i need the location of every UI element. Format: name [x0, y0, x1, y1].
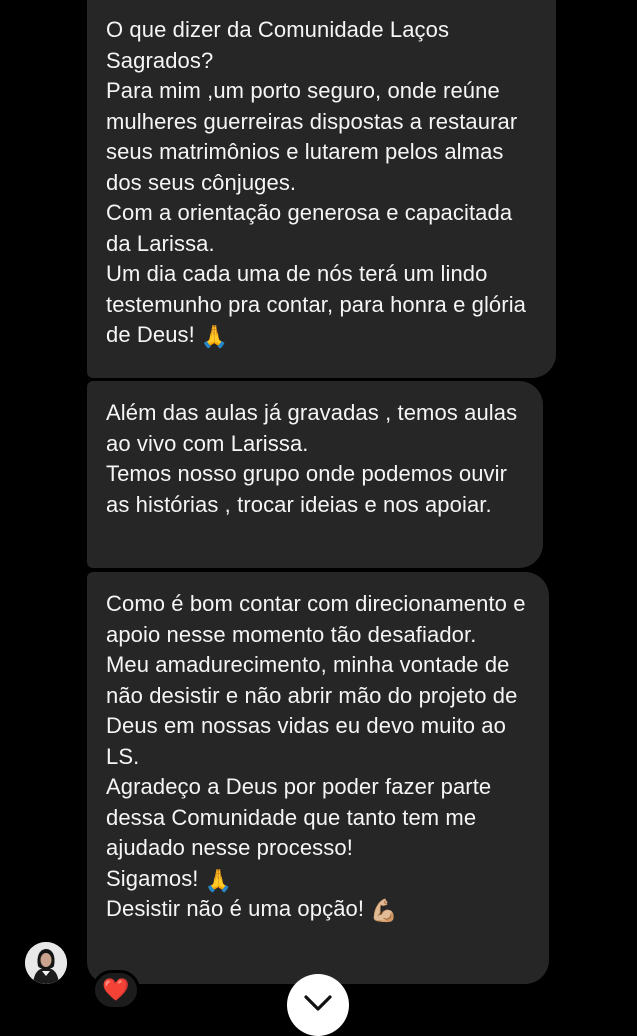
message-2-paragraph-1: Além das aulas já gravadas , temos aulas… — [106, 400, 518, 456]
message-1-paragraph-4: Um dia cada uma de nós terá um lindo tes… — [106, 259, 538, 351]
message-3-paragraph-4: Sigamos! 🙏 — [106, 864, 531, 895]
avatar-image — [25, 942, 67, 984]
praying-hands-emoji: 🙏 — [204, 867, 233, 893]
message-1-paragraph-1: O que dizer da Comunidade Laços Sagrados… — [106, 17, 450, 73]
message-3-paragraph-3: Agradeço a Deus por poder fazer parte de… — [106, 774, 492, 860]
message-1-paragraph-2: Para mim ,um porto seguro, onde reúne mu… — [106, 78, 518, 195]
message-bubble-3[interactable]: Como é bom contar com direcionamento e a… — [87, 572, 549, 984]
message-1-paragraph-4-text: Um dia cada uma de nós terá um lindo tes… — [106, 261, 527, 347]
message-3-sigamos-text: Sigamos! — [106, 865, 199, 891]
message-3-paragraph-1: Como é bom contar com direcionamento e a… — [106, 591, 526, 647]
message-2-paragraph-2: Temos nosso grupo onde podemos ouvir as … — [106, 461, 508, 517]
message-3-paragraph-5: Desistir não é uma opção! 💪🏼 — [106, 894, 531, 925]
chevron-down-icon — [304, 995, 332, 1011]
message-bubble-1[interactable]: O que dizer da Comunidade Laços Sagrados… — [87, 0, 556, 378]
message-3-paragraph-2: Meu amadurecimento, minha vontade de não… — [106, 652, 518, 769]
message-3-last-text: Desistir não é uma opção! — [106, 896, 365, 921]
praying-hands-emoji: 🙏 — [200, 324, 229, 349]
scroll-to-bottom-button[interactable] — [287, 974, 349, 1036]
flexed-biceps-emoji: 💪🏼 — [370, 898, 398, 923]
sender-avatar[interactable] — [25, 942, 67, 984]
message-1-paragraph-3: Com a orientação generosa e capacitada d… — [106, 200, 513, 256]
message-bubble-2[interactable]: Além das aulas já gravadas , temos aulas… — [87, 381, 543, 568]
reaction-badge[interactable]: ❤️ — [92, 970, 140, 1010]
heart-icon: ❤️ — [102, 977, 130, 1002]
